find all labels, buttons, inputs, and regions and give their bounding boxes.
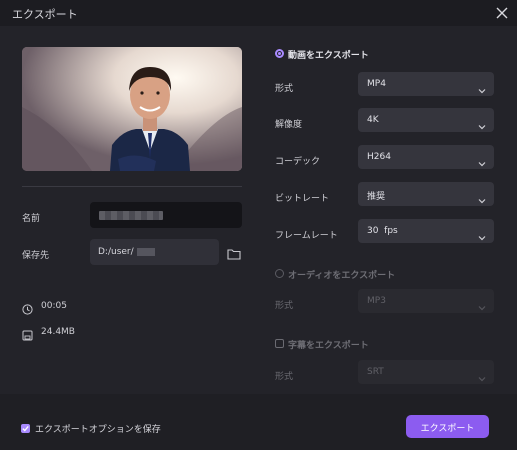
codec-select[interactable]: H264	[358, 145, 494, 169]
export-audio-radio[interactable]	[275, 269, 284, 278]
name-label: 名前	[22, 214, 41, 224]
export-dialog: エクスポート 名前 保存先 D:/user/ 00:05 24.4MB 動画をエ…	[0, 0, 517, 450]
subtitle-format-select[interactable]: SRT	[358, 360, 494, 384]
clock-icon	[22, 300, 33, 315]
divider	[22, 186, 242, 187]
save-location-label: 保存先	[22, 251, 50, 261]
format-label: 形式	[275, 84, 294, 94]
export-subtitles-checkbox[interactable]	[275, 339, 284, 348]
folder-icon[interactable]	[227, 245, 241, 260]
dialog-footer: エクスポートオプションを保存 エクスポート	[0, 394, 517, 450]
export-button-label: エクスポート	[420, 424, 475, 434]
format-select[interactable]: MP4	[358, 72, 494, 96]
chevron-down-icon	[478, 368, 486, 382]
resolution-value: 4K	[367, 115, 379, 125]
bitrate-value: 推奨	[367, 192, 386, 202]
video-preview-thumbnail	[22, 47, 242, 171]
audio-format-select[interactable]: MP3	[358, 289, 494, 313]
chevron-down-icon	[478, 116, 486, 130]
audio-format-value: MP3	[367, 296, 386, 306]
frame-rate-label: フレームレート	[275, 231, 338, 241]
redacted-path	[137, 248, 155, 256]
chevron-down-icon	[478, 153, 486, 167]
save-path-text: D:/user/	[98, 247, 134, 257]
bitrate-label: ビットレート	[275, 194, 330, 204]
export-subtitles-label: 字幕をエクスポート	[288, 341, 369, 351]
save-export-options-checkbox[interactable]	[21, 424, 30, 433]
save-disk-icon	[22, 326, 33, 341]
audio-format-label: 形式	[275, 301, 294, 311]
bitrate-select[interactable]: 推奨	[358, 182, 494, 206]
save-path-input[interactable]: D:/user/	[90, 239, 219, 265]
codec-value: H264	[367, 152, 391, 162]
redacted-file-name	[99, 211, 163, 220]
frame-rate-select[interactable]: 30 fps	[358, 219, 494, 243]
resolution-select[interactable]: 4K	[358, 108, 494, 132]
close-icon[interactable]	[495, 5, 509, 19]
left-panel: 名前 保存先 D:/user/ 00:05 24.4MB	[0, 26, 258, 394]
file-size-value: 24.4MB	[41, 327, 75, 337]
format-value: MP4	[367, 79, 386, 89]
chevron-down-icon	[478, 297, 486, 311]
export-video-radio[interactable]	[275, 49, 284, 58]
codec-label: コーデック	[275, 157, 321, 167]
dialog-title: エクスポート	[12, 8, 78, 21]
save-export-options-label: エクスポートオプションを保存	[35, 425, 161, 435]
export-button[interactable]: エクスポート	[406, 415, 489, 438]
duration-value: 00:05	[41, 301, 67, 311]
title-bar: エクスポート	[0, 0, 517, 26]
resolution-label: 解像度	[275, 120, 303, 130]
right-panel: 動画をエクスポート 形式 MP4 解像度 4K コーデック H264 ビットレー…	[258, 26, 517, 394]
frame-rate-value: 30 fps	[367, 226, 398, 236]
chevron-down-icon	[478, 80, 486, 94]
export-audio-label: オーディオをエクスポート	[288, 271, 396, 281]
subtitle-format-value: SRT	[367, 367, 384, 377]
chevron-down-icon	[478, 190, 486, 204]
file-name-input[interactable]	[90, 202, 242, 228]
chevron-down-icon	[478, 227, 486, 241]
export-video-label: 動画をエクスポート	[288, 51, 369, 61]
subtitle-format-label: 形式	[275, 372, 294, 382]
checkmark-icon	[22, 425, 29, 432]
